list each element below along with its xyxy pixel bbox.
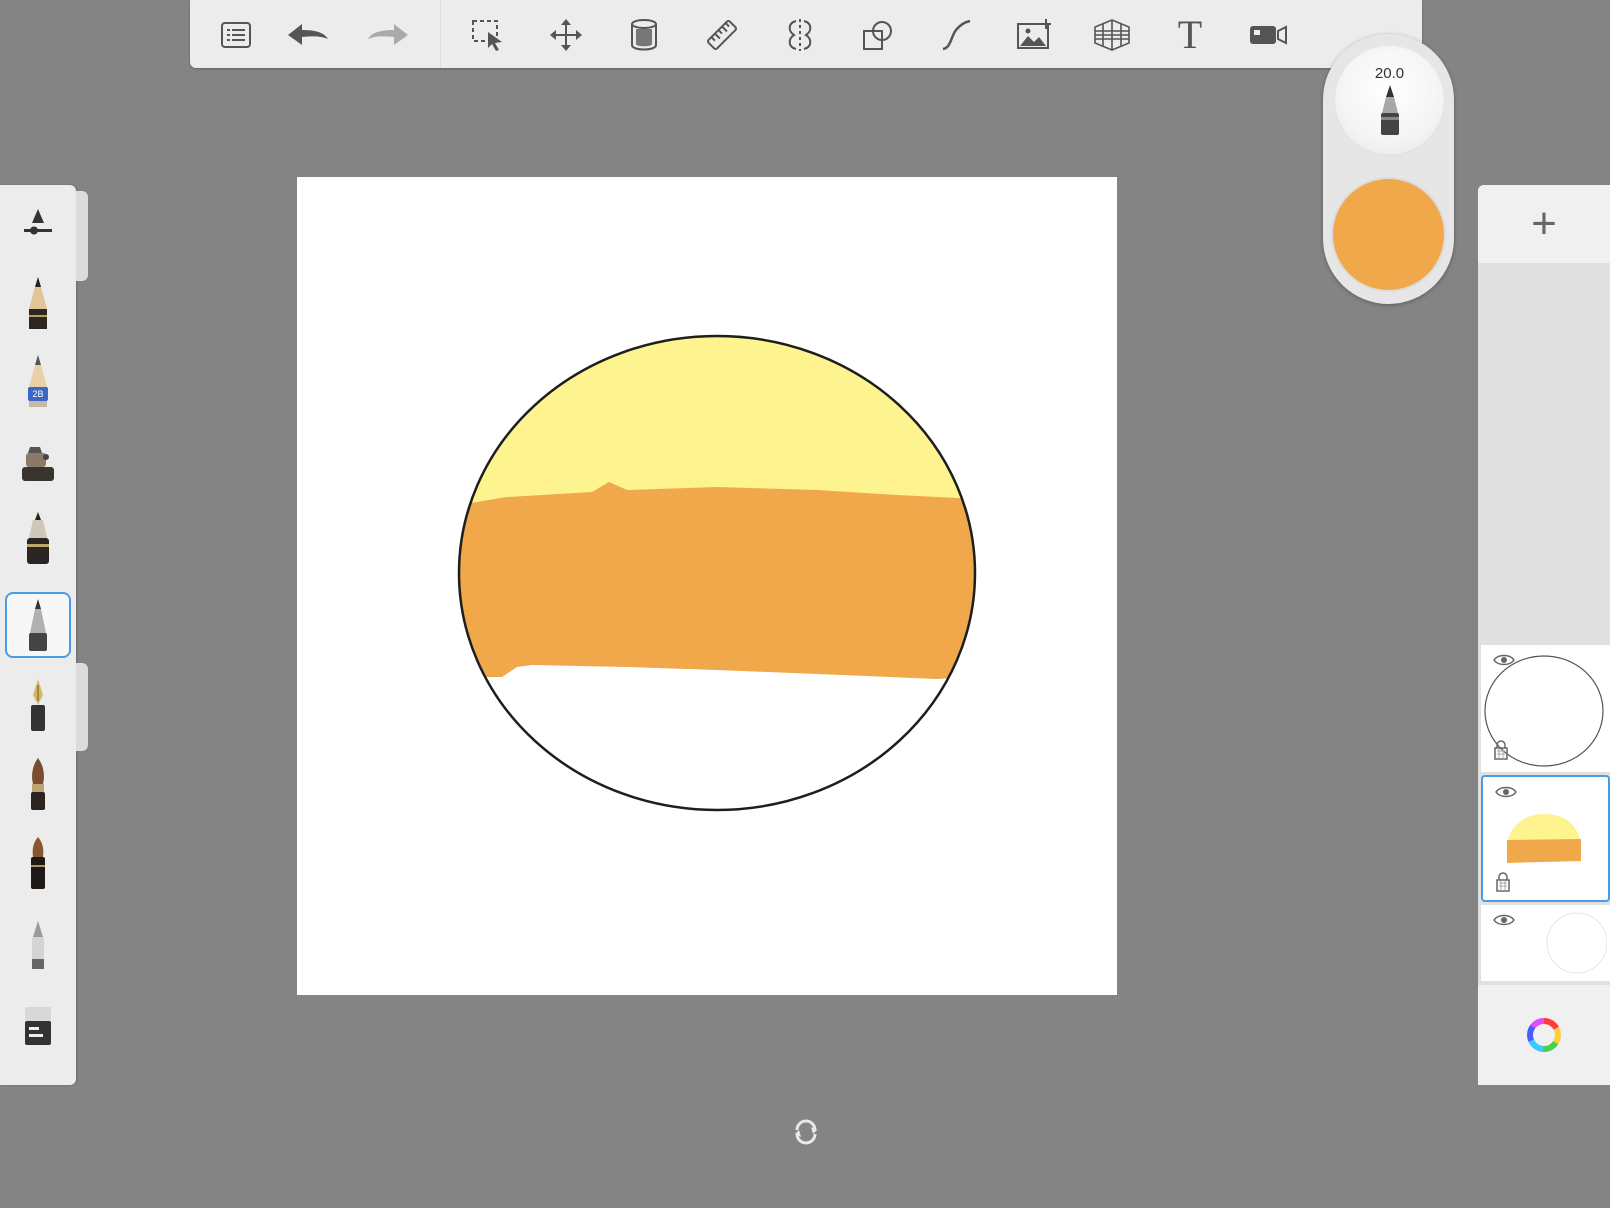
time-lapse-camera-icon[interactable] xyxy=(1246,13,1290,57)
brush-properties-icon[interactable] xyxy=(5,190,71,256)
palette-scroll-handle[interactable] xyxy=(76,191,88,281)
curve-tool-icon[interactable] xyxy=(934,13,978,57)
ruler-icon[interactable] xyxy=(700,13,744,57)
lock-icon[interactable] xyxy=(1495,872,1511,892)
undo-arrow-icon[interactable] xyxy=(286,13,330,57)
eraser-icon[interactable] xyxy=(5,992,71,1058)
brush-puck[interactable]: 20.0 xyxy=(1323,34,1454,304)
layer-panel: + xyxy=(1478,185,1610,1085)
marker-brush-icon[interactable] xyxy=(5,830,71,896)
fountain-pen-icon[interactable] xyxy=(5,672,71,738)
pencil-brush-icon[interactable] xyxy=(5,270,71,336)
layer-circle-outline[interactable] xyxy=(1481,645,1610,772)
plus-icon: + xyxy=(1531,199,1557,248)
eye-icon[interactable] xyxy=(1493,653,1515,667)
menu-list-icon[interactable] xyxy=(214,13,258,57)
paint-brush-icon[interactable] xyxy=(5,751,71,817)
palette-scroll-handle[interactable] xyxy=(76,663,88,751)
symmetry-icon[interactable] xyxy=(778,13,822,57)
drawing-canvas[interactable] xyxy=(297,177,1117,995)
brush-badge: 2B xyxy=(28,387,48,401)
layer-sun-fill[interactable] xyxy=(1481,775,1610,902)
ballpoint-pen-icon[interactable] xyxy=(5,592,71,658)
color-wheel-button[interactable] xyxy=(1478,985,1610,1085)
transform-move-icon[interactable] xyxy=(544,13,588,57)
eye-icon[interactable] xyxy=(1493,913,1515,927)
current-color-swatch[interactable] xyxy=(1333,179,1444,290)
brush-size-control[interactable]: 20.0 xyxy=(1334,45,1445,156)
chisel-pencil-icon[interactable] xyxy=(5,912,71,978)
layer-background[interactable] xyxy=(1481,905,1610,981)
orange-stroke xyxy=(459,482,975,679)
brush-palette: 2B xyxy=(0,185,88,1085)
artwork xyxy=(457,334,977,812)
text-tool-label: T xyxy=(1177,12,1203,57)
inking-pen-icon[interactable] xyxy=(5,505,71,571)
color-wheel-icon xyxy=(1524,1015,1564,1055)
top-toolbar: T xyxy=(190,0,1422,68)
redo-arrow-icon[interactable] xyxy=(366,13,410,57)
toolbar-divider xyxy=(440,0,441,68)
current-brush-icon xyxy=(1376,83,1404,137)
canvas-rotate-handle[interactable] xyxy=(792,1118,820,1146)
pencil-2b-brush-icon[interactable]: 2B xyxy=(5,348,71,414)
eye-icon[interactable] xyxy=(1495,785,1517,799)
shape-tool-icon[interactable] xyxy=(856,13,900,57)
fill-bucket-icon[interactable] xyxy=(622,13,666,57)
add-layer-button[interactable]: + xyxy=(1478,185,1610,263)
lock-icon[interactable] xyxy=(1493,740,1509,760)
brush-size-value: 20.0 xyxy=(1374,65,1405,82)
perspective-grid-icon[interactable] xyxy=(1090,13,1134,57)
add-image-icon[interactable] xyxy=(1012,13,1056,57)
airbrush-icon[interactable] xyxy=(5,428,71,494)
text-tool-icon[interactable]: T xyxy=(1168,13,1212,57)
selection-tool-icon[interactable] xyxy=(466,13,510,57)
yellow-fill xyxy=(459,336,975,507)
